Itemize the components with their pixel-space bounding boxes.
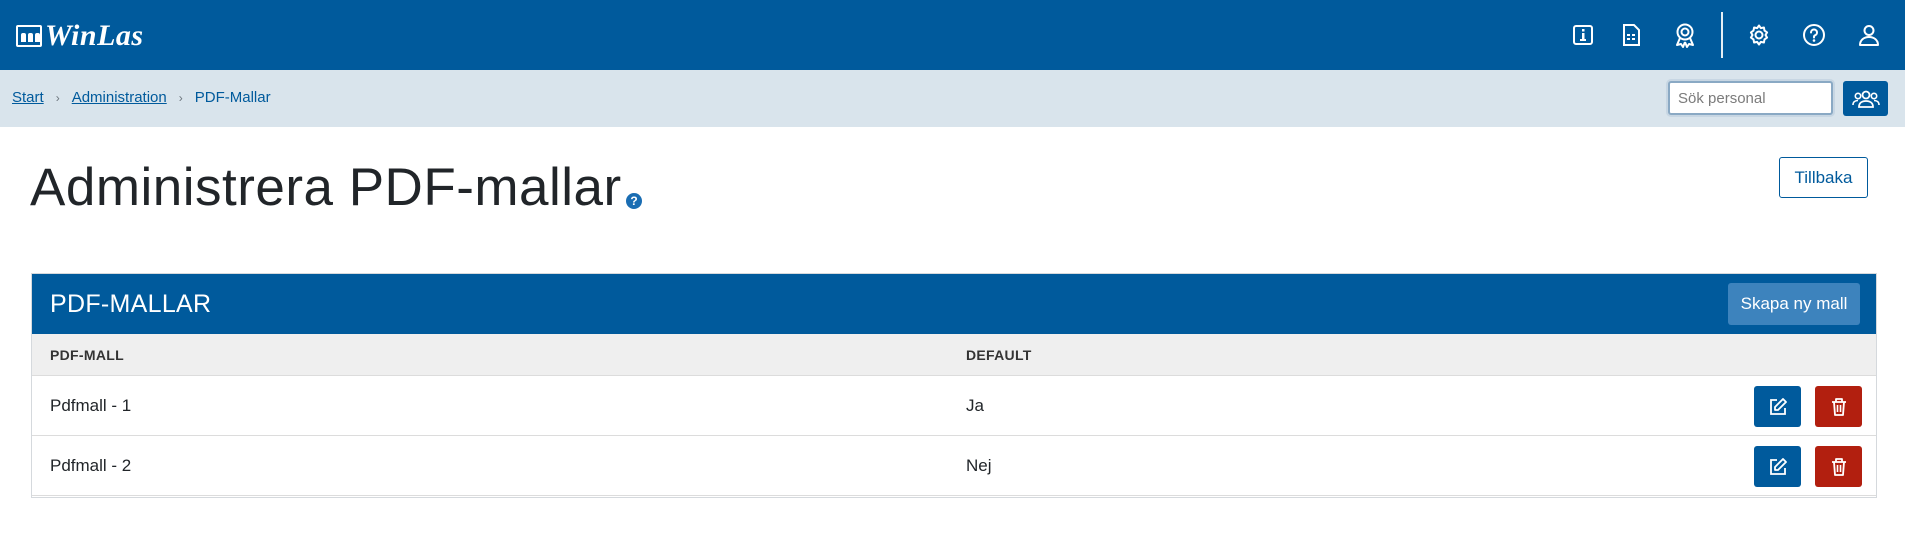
delete-button[interactable]: [1815, 386, 1862, 427]
template-default-cell: Ja: [966, 396, 984, 415]
breadcrumb-start-link[interactable]: Start: [12, 89, 44, 106]
column-header-default: DEFAULT: [966, 347, 1032, 363]
create-template-button[interactable]: Skapa ny mall: [1728, 283, 1860, 325]
trash-icon: [1831, 457, 1846, 476]
delete-button[interactable]: [1815, 446, 1862, 487]
logo-people-icon: [16, 25, 42, 47]
template-default-cell: Nej: [966, 456, 992, 475]
users-icon: [1851, 90, 1880, 108]
chevron-right-icon: ›: [55, 90, 60, 105]
chevron-right-icon: ›: [178, 90, 183, 105]
card-title: PDF-MALLAR: [50, 290, 212, 318]
logo-text: WinLas: [45, 19, 144, 52]
breadcrumb-current: PDF-Mallar: [194, 89, 271, 106]
gear-icon[interactable]: [1744, 20, 1774, 50]
info-icon[interactable]: [1568, 20, 1598, 50]
question-circle-icon[interactable]: ?: [626, 193, 642, 209]
template-name-cell: Pdfmall - 1: [50, 396, 132, 415]
template-name-cell: Pdfmall - 2: [50, 456, 132, 475]
edit-button[interactable]: [1754, 446, 1801, 487]
table-row: Pdfmall - 1 Ja: [32, 376, 1876, 436]
page-title: Administrera PDF-mallar: [30, 158, 622, 217]
table-header: PDF-MALL DEFAULT: [32, 334, 1876, 376]
edit-icon: [1769, 397, 1787, 415]
search-personnel-input[interactable]: [1668, 81, 1833, 115]
navbar-divider: [1721, 12, 1723, 58]
user-icon[interactable]: [1854, 20, 1884, 50]
help-icon[interactable]: [1799, 20, 1829, 50]
pdf-templates-card: PDF-MALLAR Skapa ny mall PDF-MALL DEFAUL…: [31, 273, 1877, 498]
card-header: PDF-MALLAR Skapa ny mall: [32, 274, 1876, 334]
edit-button[interactable]: [1754, 386, 1801, 427]
winlas-logo[interactable]: WinLas: [16, 19, 144, 52]
top-navbar: WinLas: [0, 0, 1905, 70]
breadcrumb: Start › Administration › PDF-Mallar: [12, 89, 271, 106]
column-header-pdf-mall: PDF-MALL: [50, 347, 124, 363]
breadcrumb-bar: Start › Administration › PDF-Mallar: [0, 70, 1905, 127]
trash-icon: [1831, 397, 1846, 416]
breadcrumb-administration-link[interactable]: Administration: [72, 89, 167, 106]
award-icon[interactable]: [1670, 20, 1700, 50]
table-row: Pdfmall - 2 Nej: [32, 436, 1876, 496]
calculator-icon[interactable]: [1616, 20, 1646, 50]
back-button[interactable]: Tillbaka: [1779, 157, 1868, 198]
edit-icon: [1769, 457, 1787, 475]
personnel-search-button[interactable]: [1843, 81, 1888, 116]
